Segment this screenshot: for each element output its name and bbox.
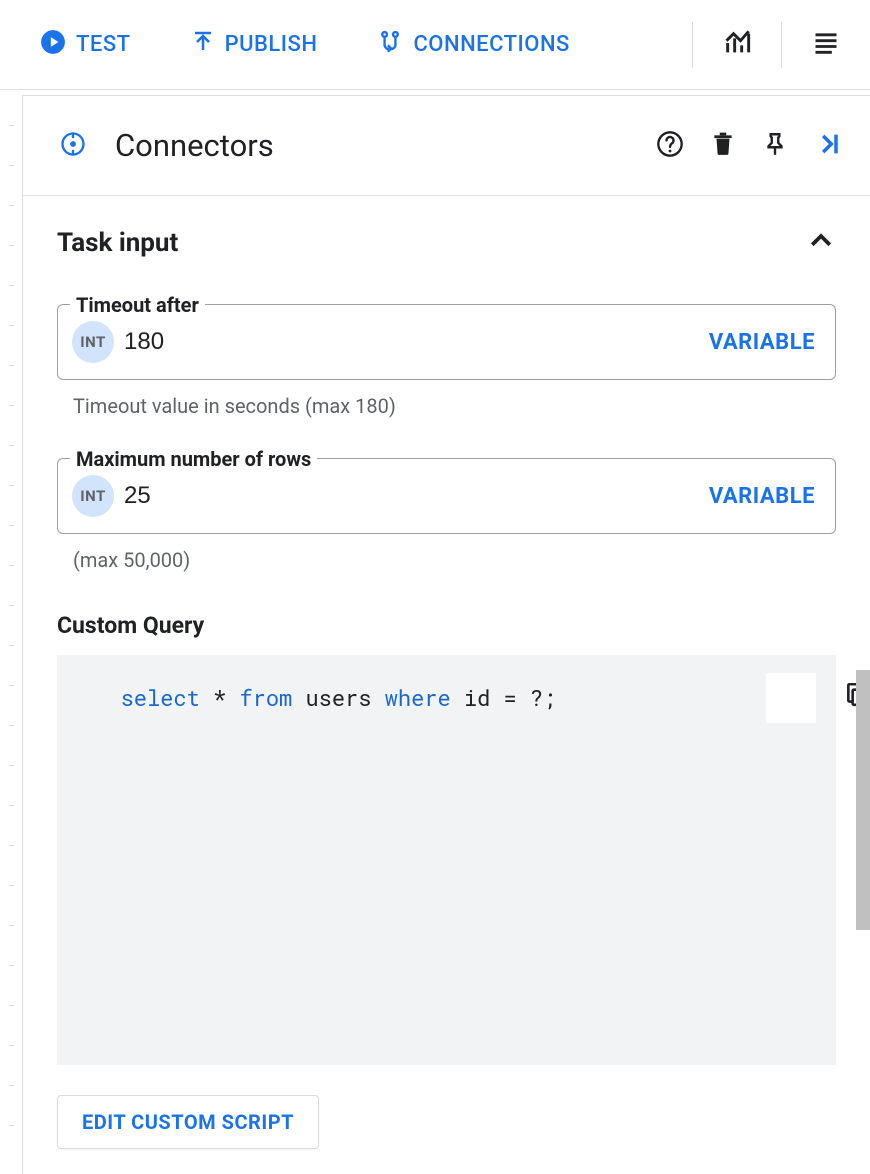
connections-button[interactable]: CONNECTIONS <box>377 29 569 61</box>
justify-icon <box>812 29 840 61</box>
analytics-button[interactable] <box>723 29 751 61</box>
int-chip-icon: INT <box>72 475 114 517</box>
copy-button[interactable] <box>766 673 816 723</box>
custom-query-code[interactable]: select * from users where id = ?; <box>57 655 836 1065</box>
help-button[interactable] <box>656 130 684 162</box>
connectors-panel: Connectors Task input Timeout after INT <box>22 95 870 1174</box>
delete-button[interactable] <box>710 130 736 162</box>
copy-icon <box>712 648 870 748</box>
divider <box>692 22 693 68</box>
publish-label: PUBLISH <box>225 32 318 57</box>
section-title: Task input <box>57 228 178 258</box>
collapse-panel-button[interactable] <box>814 130 844 162</box>
test-label: TEST <box>76 32 131 57</box>
analytics-icon <box>723 29 751 61</box>
int-chip-icon: INT <box>72 321 114 363</box>
timeout-helper: Timeout value in seconds (max 180) <box>73 394 836 418</box>
divider <box>781 22 782 68</box>
maxrows-helper: (max 50,000) <box>73 548 836 572</box>
connections-label: CONNECTIONS <box>413 32 569 57</box>
custom-query-label: Custom Query <box>57 612 836 639</box>
top-toolbar: TEST PUBLISH CONNECTIONS <box>0 0 870 90</box>
connections-icon <box>377 29 403 61</box>
timeout-label: Timeout after <box>70 293 205 317</box>
sql-keyword: select <box>121 683 200 712</box>
panel-title: Connectors <box>115 127 630 164</box>
edit-script-label: EDIT CUSTOM SCRIPT <box>82 1110 294 1134</box>
panel-body: Task input Timeout after INT VARIABLE Ti… <box>23 196 870 1149</box>
maxrows-input-wrapper[interactable]: Maximum number of rows INT VARIABLE <box>57 458 836 534</box>
menu-button[interactable] <box>812 29 840 61</box>
sql-text: users <box>292 683 384 712</box>
publish-button[interactable]: PUBLISH <box>191 30 318 60</box>
pin-button[interactable] <box>762 130 788 162</box>
toolbar-right <box>662 22 840 68</box>
chevron-up-icon <box>806 226 836 260</box>
timeout-variable-button[interactable]: VARIABLE <box>709 330 815 355</box>
maxrows-input[interactable] <box>124 482 699 510</box>
connector-node-icon <box>59 130 87 162</box>
upload-icon <box>191 30 215 60</box>
vertical-scrollbar[interactable] <box>856 670 870 930</box>
timeout-input-wrapper[interactable]: Timeout after INT VARIABLE <box>57 304 836 380</box>
panel-header: Connectors <box>23 96 870 196</box>
sql-keyword: where <box>385 683 451 712</box>
sql-text: * <box>200 683 240 712</box>
left-ruler <box>0 95 22 1174</box>
play-circle-icon <box>40 29 66 61</box>
edit-custom-script-button[interactable]: EDIT CUSTOM SCRIPT <box>57 1095 319 1149</box>
timeout-field: Timeout after INT VARIABLE Timeout value… <box>57 304 836 418</box>
sql-text: id = ?; <box>451 683 557 712</box>
task-input-section-header[interactable]: Task input <box>57 226 836 260</box>
timeout-input[interactable] <box>124 328 699 356</box>
maxrows-label: Maximum number of rows <box>70 447 317 471</box>
maxrows-variable-button[interactable]: VARIABLE <box>709 484 815 509</box>
sql-keyword: from <box>239 683 292 712</box>
maxrows-field: Maximum number of rows INT VARIABLE (max… <box>57 458 836 572</box>
test-button[interactable]: TEST <box>40 29 131 61</box>
